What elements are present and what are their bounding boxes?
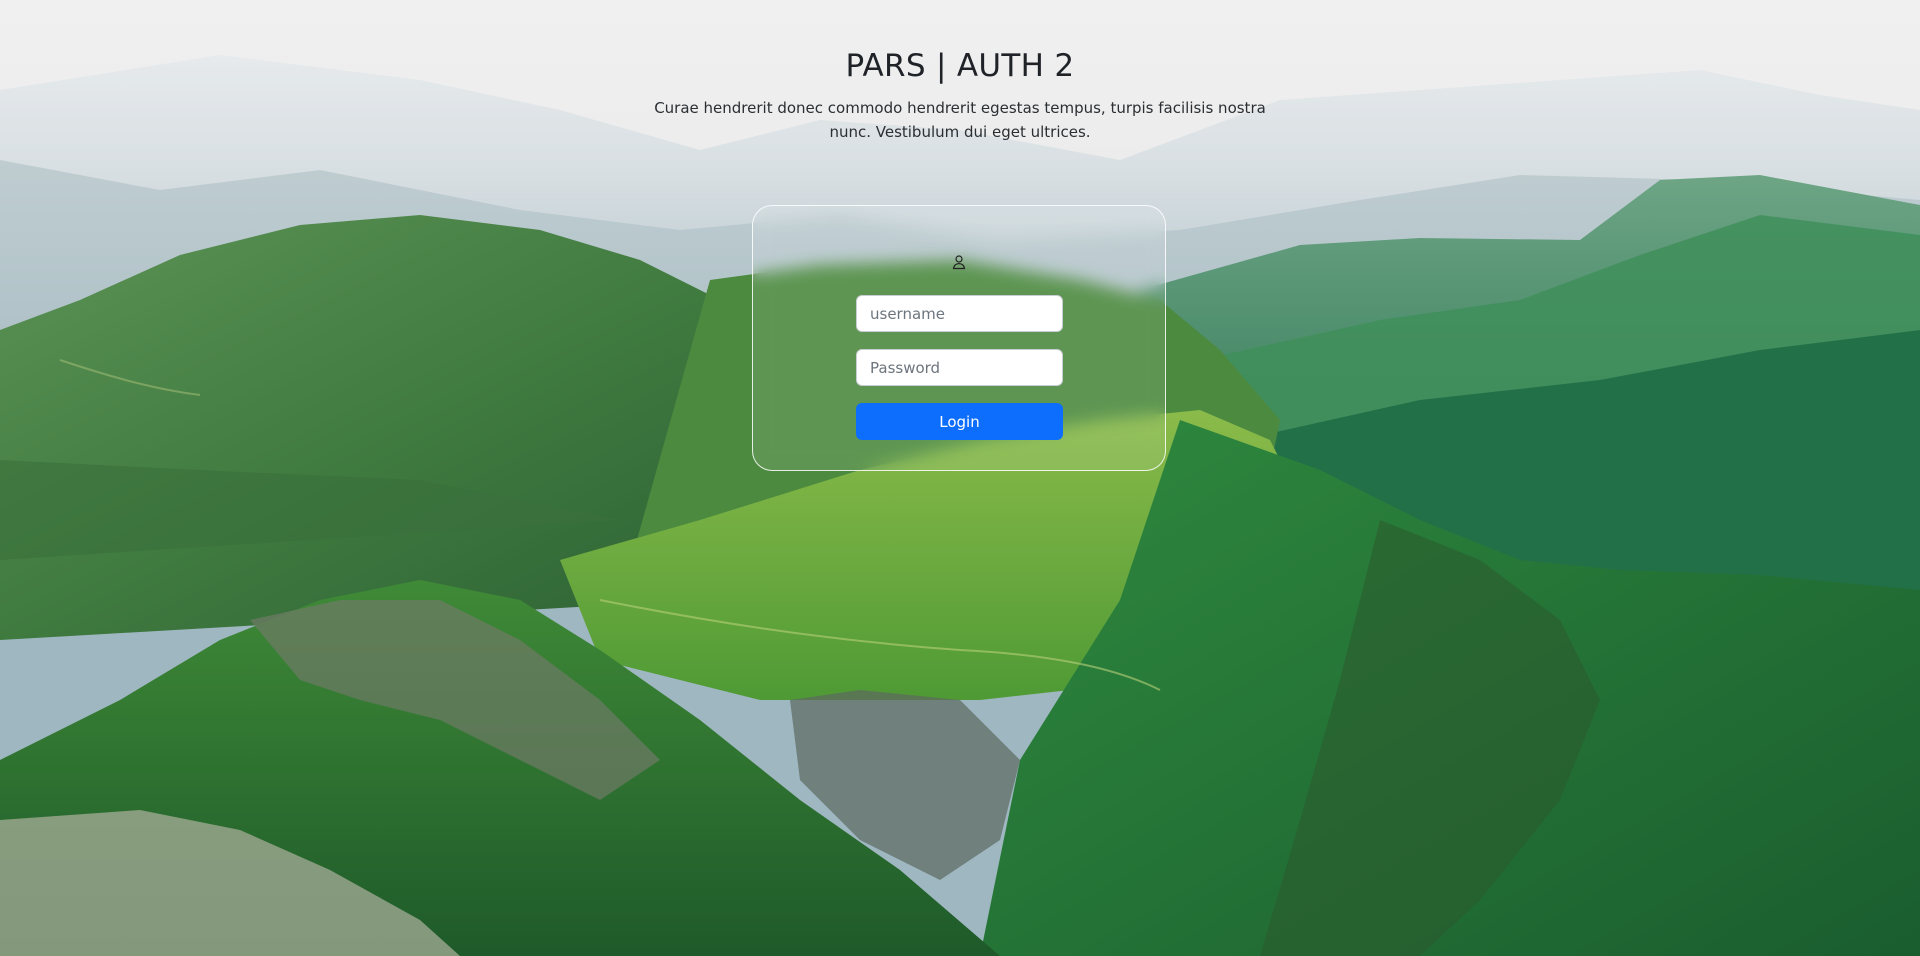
page-header: PARS | AUTH 2 Curae hendrerit donec comm… [0,48,1920,144]
page-title: PARS | AUTH 2 [845,48,1075,84]
login-page: PARS | AUTH 2 Curae hendrerit donec comm… [0,0,1920,956]
user-icon [952,254,966,270]
page-subtitle: Curae hendrerit donec commodo hendrerit … [654,99,1266,141]
login-card: Login [752,205,1166,471]
login-button[interactable]: Login [856,403,1063,440]
password-input[interactable] [856,349,1063,386]
username-input[interactable] [856,295,1063,332]
